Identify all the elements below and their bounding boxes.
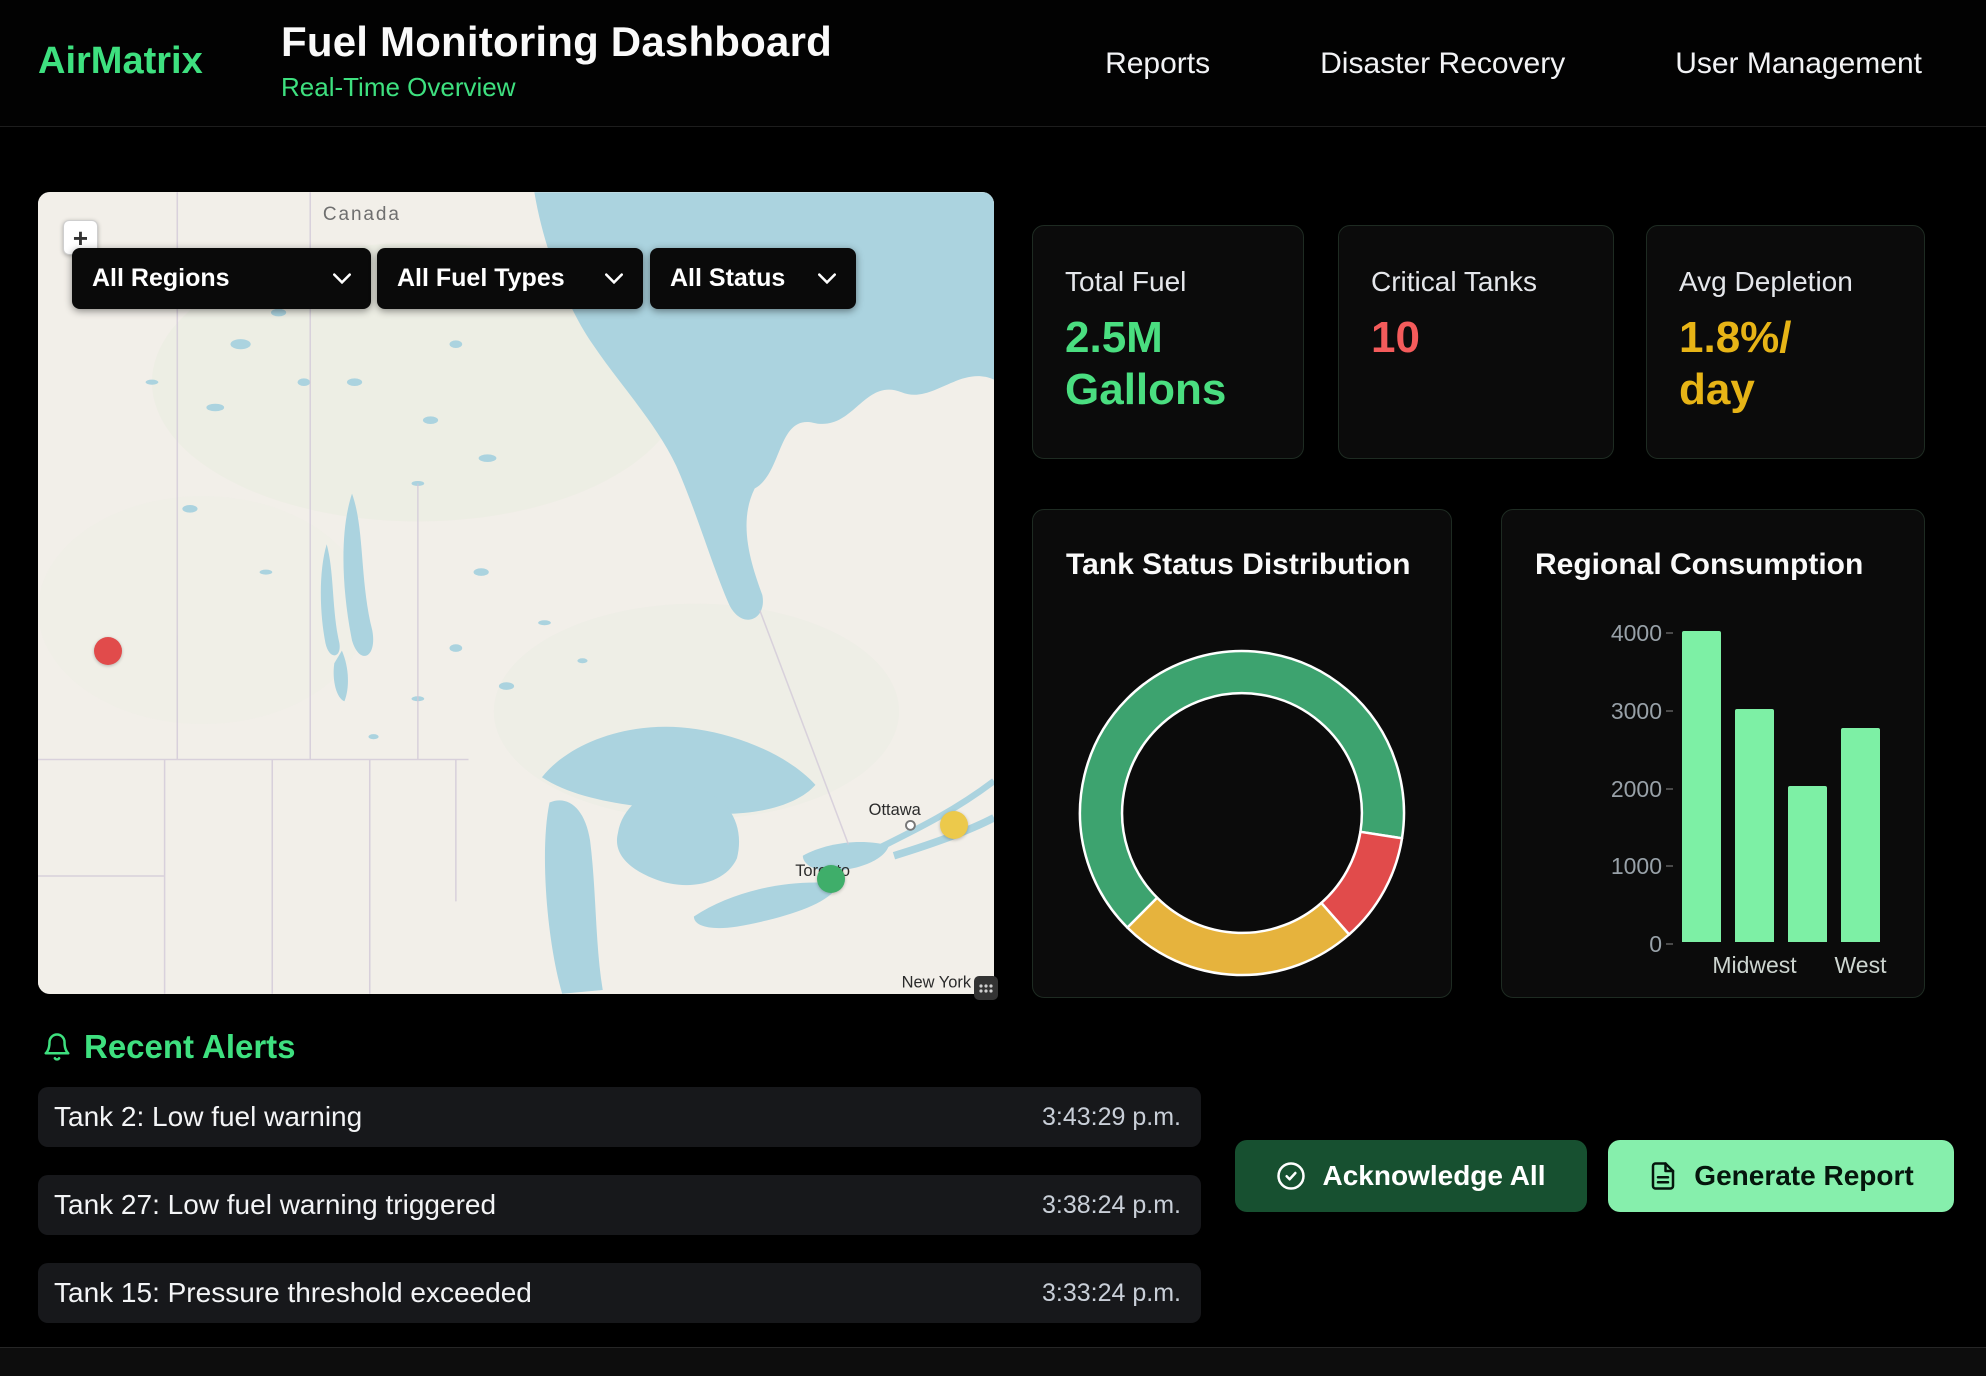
bell-icon bbox=[42, 1032, 72, 1062]
map-canvas[interactable]: Canada Ottawa Toronto New York + All Reg… bbox=[38, 192, 994, 994]
chevron-down-icon bbox=[605, 273, 623, 284]
stat-card-critical-tanks: Critical Tanks 10 bbox=[1338, 225, 1614, 459]
alert-timestamp: 3:33:24 p.m. bbox=[1042, 1279, 1181, 1308]
alert-message: Tank 27: Low fuel warning triggered bbox=[54, 1189, 496, 1221]
filter-regions-select[interactable]: All Regions bbox=[72, 248, 371, 309]
y-axis-label: 3000 bbox=[1502, 698, 1662, 724]
y-axis-label: 0 bbox=[1502, 931, 1662, 957]
main-nav: Reports Disaster Recovery User Managemen… bbox=[1105, 0, 1922, 127]
y-axis-tick bbox=[1666, 865, 1673, 867]
tank-marker-normal[interactable] bbox=[817, 865, 845, 893]
chart-title: Tank Status Distribution bbox=[1066, 548, 1410, 582]
grip-dots-icon bbox=[978, 983, 994, 994]
document-icon bbox=[1648, 1161, 1678, 1191]
y-axis-label: 2000 bbox=[1502, 776, 1662, 802]
generate-report-button[interactable]: Generate Report bbox=[1608, 1140, 1954, 1212]
footer-bar bbox=[0, 1347, 1986, 1376]
stat-label: Critical Tanks bbox=[1371, 266, 1581, 298]
map-label-new-york: New York bbox=[902, 973, 972, 991]
filter-fuel-types-value: All Fuel Types bbox=[397, 264, 565, 293]
chevron-down-icon bbox=[818, 273, 836, 284]
tank-marker-critical[interactable] bbox=[94, 637, 122, 665]
bar-column bbox=[1781, 631, 1834, 942]
check-circle-icon bbox=[1276, 1161, 1306, 1191]
generate-report-label: Generate Report bbox=[1694, 1160, 1913, 1192]
y-axis-tick bbox=[1666, 710, 1673, 712]
stat-card-avg-depletion: Avg Depletion 1.8%/ day bbox=[1646, 225, 1925, 459]
alert-message: Tank 15: Pressure threshold exceeded bbox=[54, 1277, 532, 1309]
page-subtitle: Real-Time Overview bbox=[281, 72, 832, 103]
filter-status-select[interactable]: All Status bbox=[650, 248, 856, 309]
alerts-heading: Recent Alerts bbox=[84, 1028, 296, 1066]
alert-row[interactable]: Tank 27: Low fuel warning triggered 3:38… bbox=[38, 1175, 1201, 1235]
stat-value-avg-depletion: 1.8%/ day bbox=[1679, 312, 1892, 416]
donut-chart-wrap bbox=[1072, 643, 1412, 983]
bar-region-3 bbox=[1788, 786, 1827, 942]
y-axis-label: 4000 bbox=[1502, 620, 1662, 646]
acknowledge-all-button[interactable]: Acknowledge All bbox=[1235, 1140, 1587, 1212]
map-label-ottawa: Ottawa bbox=[869, 801, 922, 819]
app-header: AirMatrix Fuel Monitoring Dashboard Real… bbox=[0, 0, 1986, 127]
page-title: Fuel Monitoring Dashboard bbox=[281, 18, 832, 66]
alert-row[interactable]: Tank 2: Low fuel warning 3:43:29 p.m. bbox=[38, 1087, 1201, 1147]
stat-label: Avg Depletion bbox=[1679, 266, 1892, 298]
bar-column: West bbox=[1834, 631, 1887, 942]
x-axis-label: West bbox=[1835, 952, 1887, 979]
y-axis-tick bbox=[1666, 943, 1673, 945]
tank-status-donut bbox=[1072, 643, 1412, 983]
bar-region-1 bbox=[1682, 631, 1721, 942]
filter-fuel-types-select[interactable]: All Fuel Types bbox=[377, 248, 643, 309]
y-axis-tick bbox=[1666, 632, 1673, 634]
regional-consumption-card: Regional Consumption 0 1000 2000 3000 4000 M… bbox=[1501, 509, 1925, 998]
nav-item-user-management[interactable]: User Management bbox=[1675, 47, 1922, 81]
tank-status-card: Tank Status Distribution bbox=[1032, 509, 1452, 998]
chart-title: Regional Consumption bbox=[1535, 548, 1863, 582]
donut-segment-warning bbox=[1127, 898, 1349, 975]
bar-column bbox=[1675, 631, 1728, 942]
stat-label: Total Fuel bbox=[1065, 266, 1271, 298]
map-basemap: Canada Ottawa Toronto New York bbox=[38, 192, 994, 994]
map-label-canada: Canada bbox=[323, 204, 401, 225]
map-resize-handle[interactable] bbox=[974, 976, 998, 1000]
y-axis-tick bbox=[1666, 788, 1673, 790]
regional-bars: Midwest West bbox=[1675, 631, 1887, 942]
x-axis-label: Midwest bbox=[1712, 952, 1796, 979]
alert-timestamp: 3:38:24 p.m. bbox=[1042, 1191, 1181, 1220]
tank-marker-warning[interactable] bbox=[940, 811, 968, 839]
brand-logo[interactable]: AirMatrix bbox=[38, 40, 203, 83]
acknowledge-all-label: Acknowledge All bbox=[1322, 1160, 1545, 1192]
y-axis-label: 1000 bbox=[1502, 853, 1662, 879]
filter-status-value: All Status bbox=[670, 264, 785, 293]
alert-message: Tank 2: Low fuel warning bbox=[54, 1101, 362, 1133]
city-dot-ottawa bbox=[906, 821, 915, 830]
stat-card-total-fuel: Total Fuel 2.5M Gallons bbox=[1032, 225, 1304, 459]
stat-value-total-fuel: 2.5M Gallons bbox=[1065, 312, 1271, 416]
alert-row[interactable]: Tank 15: Pressure threshold exceeded 3:3… bbox=[38, 1263, 1201, 1323]
bar-midwest bbox=[1735, 709, 1774, 942]
chevron-down-icon bbox=[333, 273, 351, 284]
alert-timestamp: 3:43:29 p.m. bbox=[1042, 1103, 1181, 1132]
stat-value-critical-tanks: 10 bbox=[1371, 312, 1581, 364]
nav-item-reports[interactable]: Reports bbox=[1105, 47, 1210, 81]
nav-item-disaster-recovery[interactable]: Disaster Recovery bbox=[1320, 47, 1565, 81]
bar-column: Midwest bbox=[1728, 631, 1781, 942]
title-block: Fuel Monitoring Dashboard Real-Time Over… bbox=[281, 18, 832, 103]
regional-yaxis: 01000200030004000 bbox=[1502, 633, 1670, 944]
filter-regions-value: All Regions bbox=[92, 264, 230, 293]
bar-west bbox=[1841, 728, 1880, 942]
